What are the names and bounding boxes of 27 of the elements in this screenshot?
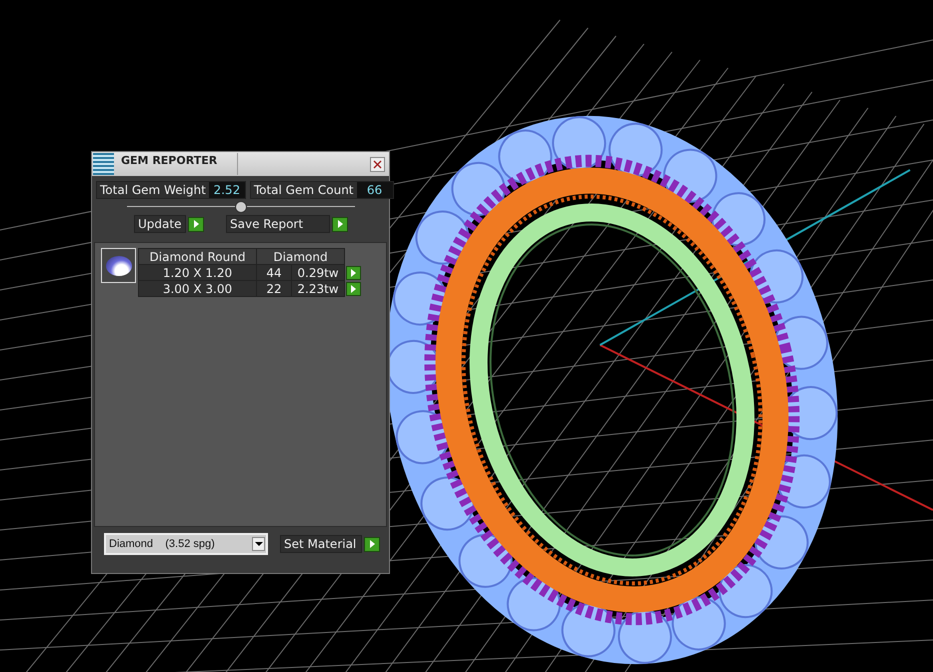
action-label: Set Material xyxy=(280,535,362,553)
total-value: 66 xyxy=(356,182,393,198)
window-title: GEM REPORTER xyxy=(121,154,218,167)
total-label: Total Gem Count xyxy=(250,182,357,198)
go-button[interactable] xyxy=(346,266,361,280)
material-dropdown[interactable]: Diamond (3.52 spg) xyxy=(104,533,268,555)
go-button[interactable] xyxy=(364,536,380,552)
action-label: Save Report xyxy=(226,215,330,233)
total-label: Total Gem Weight xyxy=(97,182,209,198)
close-icon xyxy=(373,160,382,168)
table-cell: 44 xyxy=(256,264,292,280)
table-cell: 1.20 X 1.20 xyxy=(138,264,256,280)
go-button[interactable] xyxy=(188,216,204,232)
table-cell: 0.29tw xyxy=(292,264,344,280)
table-header: Diamond Round xyxy=(138,248,256,264)
go-button[interactable] xyxy=(332,216,348,232)
table-header: Diamond xyxy=(256,248,344,264)
close-button[interactable] xyxy=(370,156,385,172)
total-value: 2.52 xyxy=(208,182,245,198)
slider-handle[interactable] xyxy=(234,201,246,213)
table-cell: 3.00 X 3.00 xyxy=(138,280,256,296)
app-icon xyxy=(93,153,114,175)
gem-icon xyxy=(106,256,132,276)
go-button[interactable] xyxy=(346,282,361,296)
table-cell: 22 xyxy=(256,280,292,296)
action-label: Update xyxy=(134,215,186,233)
table-cell: 2.23tw xyxy=(292,280,344,296)
